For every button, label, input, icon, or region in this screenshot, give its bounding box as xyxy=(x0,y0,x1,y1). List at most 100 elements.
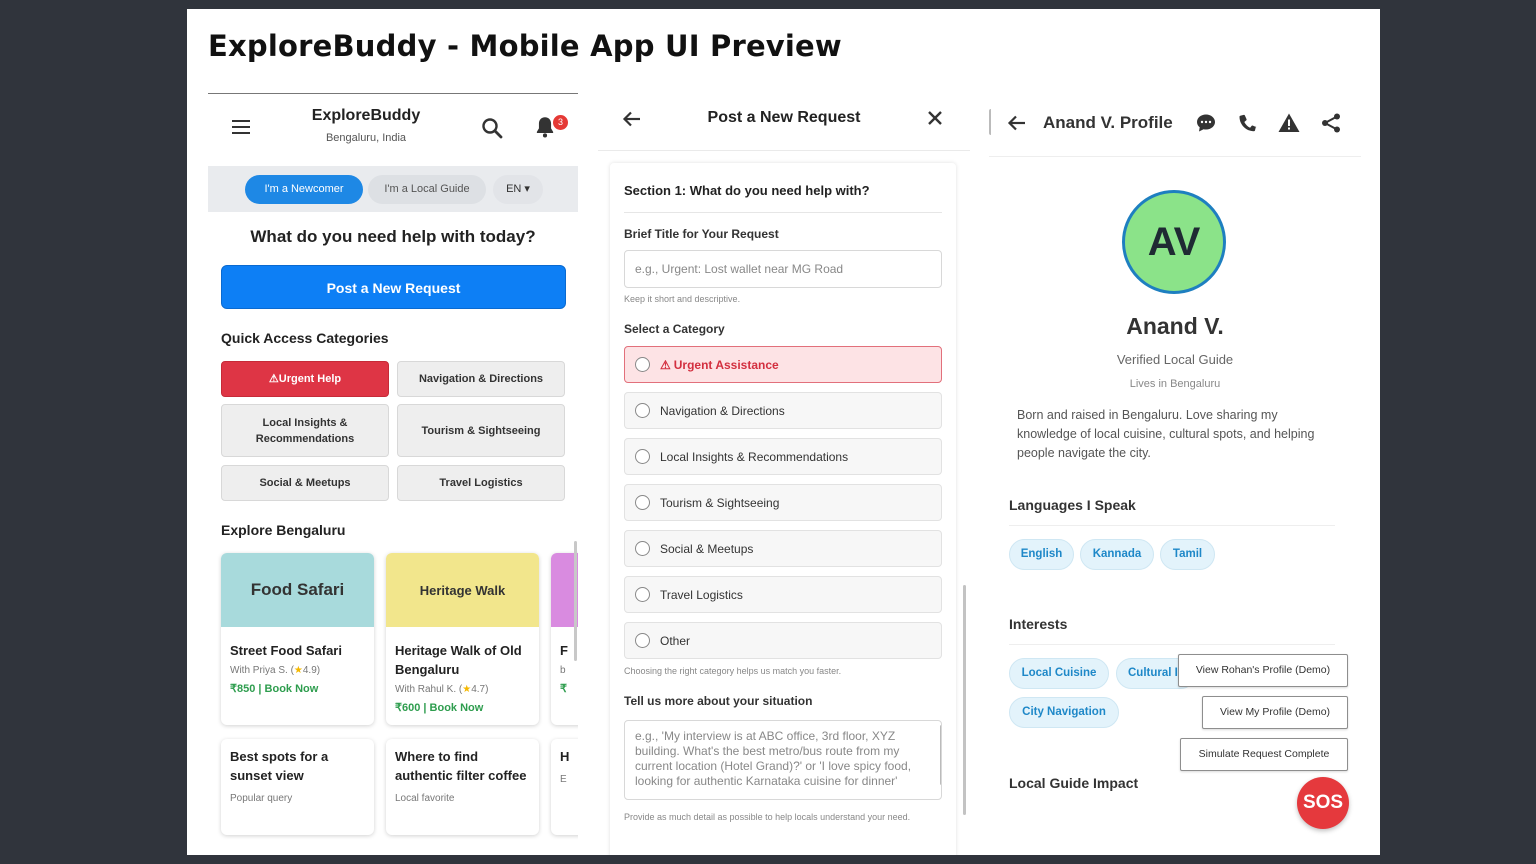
details-textarea[interactable]: e.g., 'My interview is at ABC office, 3r… xyxy=(624,720,942,800)
profile-bio: Born and raised in Bengaluru. Love shari… xyxy=(1017,408,1315,460)
query-title: Best spots for a sunset view xyxy=(230,749,329,783)
post-request-button[interactable]: Post a New Request xyxy=(221,265,566,309)
back-arrow-icon[interactable] xyxy=(1007,113,1027,133)
app-city: Bengaluru, India xyxy=(325,132,407,144)
experience-image: Heritage Walk xyxy=(386,553,539,627)
experience-title: Street Food Safari xyxy=(230,643,342,658)
radio-button[interactable] xyxy=(635,449,650,464)
interest-chip: City Navigation xyxy=(1009,697,1119,728)
query-card[interactable]: H E xyxy=(551,739,578,835)
post-request-screen: Post a New Request Section 1: What do yo… xyxy=(598,93,970,855)
home-screen: ExploreBuddy Bengaluru, India 3 I'm a Ne… xyxy=(208,93,578,855)
query-tag: Local favorite xyxy=(395,793,455,804)
form-section-title: Section 1: What do you need help with? xyxy=(624,183,870,198)
category-label: Urgent Help xyxy=(278,373,342,385)
experience-host: With Priya S. (★4.9) xyxy=(230,665,321,676)
radio-button[interactable] xyxy=(635,403,650,418)
request-title-input[interactable]: e.g., Urgent: Lost wallet near MG Road xyxy=(624,250,942,288)
experience-host: b xyxy=(560,665,566,676)
view-rohan-profile-button[interactable]: View Rohan's Profile (Demo) xyxy=(1178,654,1348,687)
option-label: Travel Logistics xyxy=(660,587,743,602)
interest-chip: Local Cuisine xyxy=(1009,658,1109,689)
profile-role: Verified Local Guide xyxy=(1116,352,1234,367)
query-title: Where to find authentic filter coffee xyxy=(395,749,527,783)
query-card[interactable]: Best spots for a sunset view Popular que… xyxy=(221,739,374,835)
notification-badge: 3 xyxy=(553,115,568,130)
query-tag: Popular query xyxy=(230,793,293,804)
category-option-social[interactable]: Social & Meetups xyxy=(624,530,942,567)
chat-icon[interactable] xyxy=(1194,111,1218,135)
divider xyxy=(1009,644,1335,645)
request-header: Post a New Request xyxy=(598,93,970,151)
textarea-scrollbar[interactable] xyxy=(940,725,941,785)
category-tourism-button[interactable]: Tourism & Sightseeing xyxy=(397,404,565,457)
category-option-navigation[interactable]: Navigation & Directions xyxy=(624,392,942,429)
experience-image: Food Safari xyxy=(221,553,374,627)
category-travel-button[interactable]: Travel Logistics xyxy=(397,465,565,501)
category-urgent-button[interactable]: ⚠ Urgent Help xyxy=(221,361,389,397)
category-navigation-button[interactable]: Navigation & Directions xyxy=(397,361,565,397)
title-label: Brief Title for Your Request xyxy=(624,227,779,241)
experience-host: With Rahul K. (★4.7) xyxy=(395,684,489,695)
request-title: Post a New Request xyxy=(707,109,861,126)
sos-button[interactable]: SOS xyxy=(1297,777,1349,829)
language-chip: Tamil xyxy=(1160,539,1215,570)
category-option-other[interactable]: Other xyxy=(624,622,942,659)
role-newcomer-tab[interactable]: I'm a Newcomer xyxy=(245,175,363,204)
languages-title: Languages I Speak xyxy=(1009,497,1136,513)
category-social-button[interactable]: Social & Meetups xyxy=(221,465,389,501)
query-tag: E xyxy=(560,774,567,785)
experience-price[interactable]: ₹850 | Book Now xyxy=(230,682,365,695)
warning-icon: ⚠ xyxy=(660,357,671,372)
report-warning-icon[interactable] xyxy=(1277,111,1301,135)
radio-button[interactable] xyxy=(635,541,650,556)
close-icon[interactable] xyxy=(926,109,944,127)
language-select[interactable]: EN ▾ xyxy=(493,175,543,204)
warning-icon: ⚠ xyxy=(268,373,279,385)
simulate-request-button[interactable]: Simulate Request Complete xyxy=(1180,738,1348,771)
category-option-tourism[interactable]: Tourism & Sightseeing xyxy=(624,484,942,521)
option-label: Social & Meetups xyxy=(660,541,754,556)
divider xyxy=(1009,525,1335,526)
profile-header-title: Anand V. Profile xyxy=(1043,113,1173,132)
experience-card[interactable]: Heritage Walk Heritage Walk of Old Benga… xyxy=(386,553,539,725)
app-name: ExploreBuddy xyxy=(311,107,421,124)
language-chip: Kannada xyxy=(1080,539,1154,570)
details-placeholder: e.g., 'My interview is at ABC office, 3r… xyxy=(635,729,912,788)
radio-button[interactable] xyxy=(635,357,650,372)
radio-button[interactable] xyxy=(635,587,650,602)
request-form: Section 1: What do you need help with? B… xyxy=(610,163,956,855)
scrollbar[interactable] xyxy=(574,541,577,661)
view-my-profile-button[interactable]: View My Profile (Demo) xyxy=(1202,696,1348,729)
option-label: Navigation & Directions xyxy=(660,403,785,418)
radio-button[interactable] xyxy=(635,633,650,648)
option-label: Tourism & Sightseeing xyxy=(660,495,780,510)
role-guide-tab[interactable]: I'm a Local Guide xyxy=(368,175,486,204)
interests-title: Interests xyxy=(1009,616,1068,632)
details-help-text: Provide as much detail as possible to he… xyxy=(624,812,911,822)
category-option-travel[interactable]: Travel Logistics xyxy=(624,576,942,613)
phone-icon[interactable] xyxy=(1236,111,1260,135)
role-switcher: I'm a Newcomer I'm a Local Guide EN ▾ xyxy=(208,166,578,212)
caret-down-icon: ▾ xyxy=(524,183,530,195)
radio-button[interactable] xyxy=(635,495,650,510)
category-option-urgent[interactable]: ⚠ Urgent Assistance xyxy=(624,346,942,383)
explore-title: Explore Bengaluru xyxy=(221,522,346,538)
language-chip: English xyxy=(1009,539,1074,570)
experience-price[interactable]: ₹600 | Book Now xyxy=(395,701,530,714)
star-icon: ★ xyxy=(462,684,472,695)
scrollbar[interactable] xyxy=(963,585,966,815)
category-option-insights[interactable]: Local Insights & Recommendations xyxy=(624,438,942,475)
search-icon[interactable] xyxy=(480,116,504,140)
experience-card[interactable]: Food Safari Street Food Safari With Priy… xyxy=(221,553,374,725)
divider xyxy=(624,212,942,213)
query-card[interactable]: Where to find authentic filter coffee Lo… xyxy=(386,739,539,835)
share-icon[interactable] xyxy=(1319,111,1343,135)
category-insights-button[interactable]: Local Insights & Recommendations xyxy=(221,404,389,457)
impact-title: Local Guide Impact xyxy=(1009,775,1139,791)
avatar: AV xyxy=(1122,190,1226,294)
title-help-text: Keep it short and descriptive. xyxy=(624,294,741,304)
language-value: EN xyxy=(506,183,522,195)
star-icon: ★ xyxy=(293,665,303,676)
divider xyxy=(989,109,993,135)
